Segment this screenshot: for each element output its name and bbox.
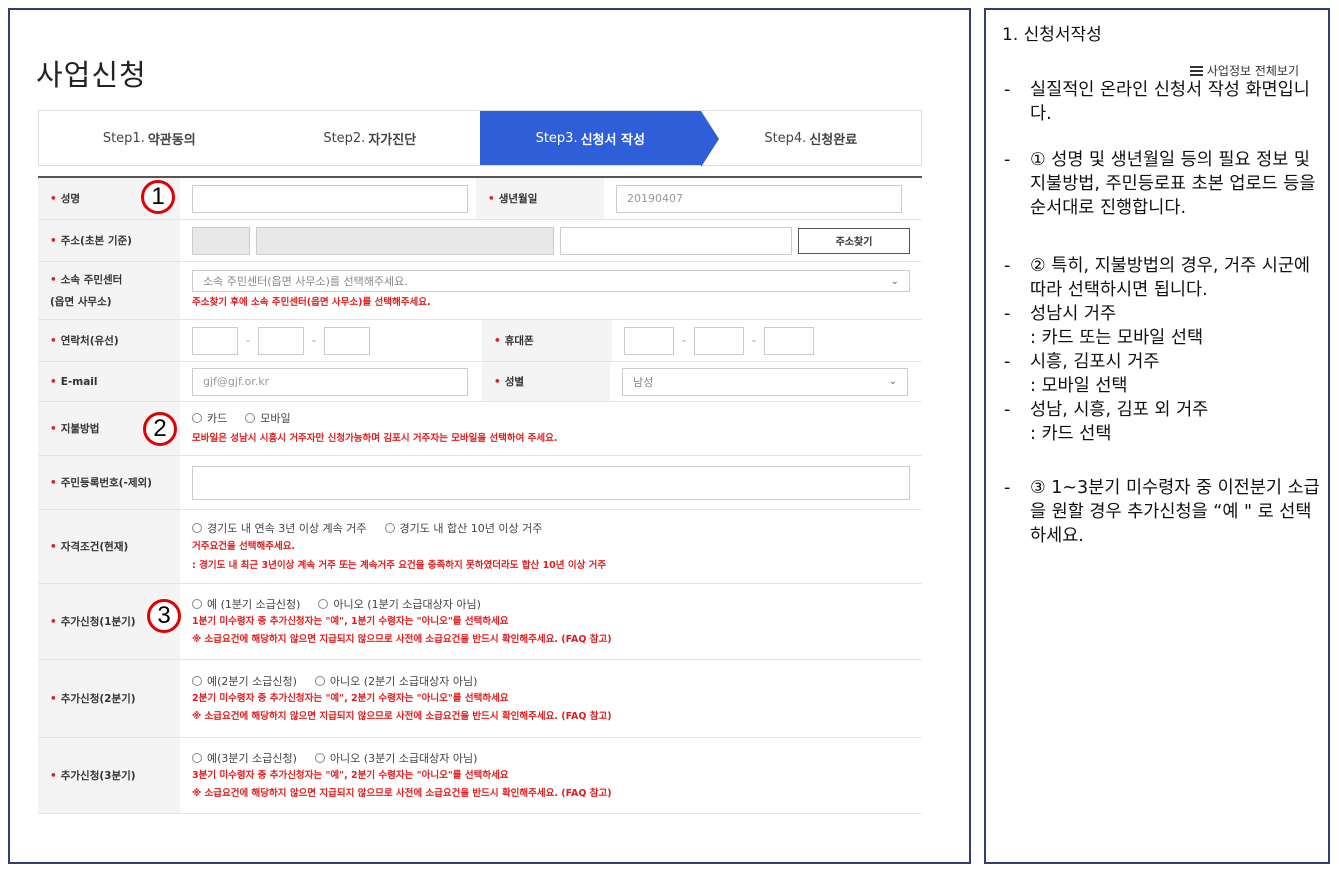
mobile-label: • 휴대폰 <box>482 320 612 361</box>
gender-label: • 성별 <box>482 362 610 401</box>
extra-q1-note-1: 1분기 미수령자 중 추가신청자는 "예", 1분기 수령자는 "아니오"를 선… <box>192 615 509 627</box>
guide-item: -② 특히, 지불방법의 경우, 거주 시군에 따라 선택하시면 됩니다. <box>1004 256 1311 300</box>
guide-item: -③ 1~3분기 미수령자 중 이전분기 소급을 원할 경우 추가신청을 “예 … <box>1004 478 1320 546</box>
chevron-down-icon: ⌄ <box>888 376 897 387</box>
extra-q3-note-2: ※ 소급요건에 해당하지 않으면 지급되지 않으므로 사전에 소급요건을 반드시… <box>192 787 612 799</box>
extra-q2-note-2: ※ 소급요건에 해당하지 않으면 지급되지 않으므로 사전에 소급요건을 반드시… <box>192 710 612 722</box>
address-search-button[interactable]: 주소찾기 <box>798 227 910 254</box>
guide-item: -① 성명 및 생년월일 등의 필요 정보 및 지불방법, 주민등로표 초본 업… <box>1004 150 1316 218</box>
extra-q3-yes-radio[interactable]: 예(3분기 소급신청) <box>192 750 297 766</box>
qual-note-1: 거주요건을 선택해주세요. <box>192 540 296 552</box>
qualification-row: • 자격조건(현재) 경기도 내 연속 3년 이상 계속 거주 경기도 내 합산 … <box>38 510 922 584</box>
email-label: • E-mail <box>38 362 180 401</box>
zipcode-input[interactable] <box>192 226 250 255</box>
phone-part-2[interactable] <box>258 326 304 355</box>
marker-2: 2 <box>143 412 177 446</box>
step-3-active: Step3. 신청서 작성 <box>480 111 718 167</box>
address-label: • 주소(초본 기준) <box>38 220 180 261</box>
mobile-part-1[interactable] <box>624 326 674 355</box>
extra-q2-row: • 추가신청(2분기) 예(2분기 소급신청) 아니오 (2분기 소급대상자 아님… <box>38 660 922 738</box>
guide-item: - 시흥, 김포시 거주 <box>1004 352 1160 372</box>
mobile-part-2[interactable] <box>694 326 744 355</box>
address-row: • 주소(초본 기준) 주소찾기 <box>38 220 922 262</box>
birth-input[interactable]: 20190407 <box>616 184 902 213</box>
page-title: 사업신청 <box>36 58 147 92</box>
step-2: Step2. 자가진단 <box>323 130 417 148</box>
extra-q2-label: • 추가신청(2분기) <box>38 660 180 737</box>
rrn-input[interactable] <box>192 465 910 500</box>
view-all-link[interactable]: 사업정보 전체보기 <box>1189 62 1299 79</box>
birth-label: • 생년월일 <box>476 178 604 219</box>
marker-1: 1 <box>141 180 175 214</box>
center-label: • 소속 주민센터 (읍면 사무소) <box>38 262 180 319</box>
extra-q3-no-radio[interactable]: 아니오 (3분기 소급대상자 아님) <box>314 750 477 766</box>
guide-item: : 카드 또는 모바일 선택 <box>1030 328 1204 348</box>
guide-item: - 실질적인 온라인 신청서 작성 화면입니다. <box>1004 80 1310 124</box>
phone-label: • 연락처(유선) <box>38 320 180 361</box>
rrn-label: • 주민등록번호(-제외) <box>38 456 180 509</box>
payment-card-radio[interactable]: 카드 <box>192 410 227 426</box>
application-form: • 성명 • 생년월일 20190407 • 주소(초본 기준) 주소찾기 • 소속 주… <box>38 176 922 814</box>
phone-part-3[interactable] <box>324 326 370 355</box>
guide-item: - 성남, 시흥, 김포 외 거주 <box>1004 400 1209 420</box>
extra-q1-note-2: ※ 소급요건에 해당하지 않으면 지급되지 않으므로 사전에 소급요건을 반드시… <box>192 633 612 645</box>
phone-part-1[interactable] <box>192 326 238 355</box>
guide-item: : 모바일 선택 <box>1030 376 1128 396</box>
center-note: 주소찾기 후에 소속 주민센터(읍면 사무소)를 선택해주세요. <box>192 297 431 308</box>
step-1: Step1. 약관동의 <box>102 130 196 148</box>
menu-icon <box>1189 65 1203 76</box>
payment-note: 모바일은 성남시 시흥시 거주자만 신청가능하며 김포시 거주자는 모바일을 선… <box>192 433 558 444</box>
extra-q2-yes-radio[interactable]: 예(2분기 소급신청) <box>192 673 297 689</box>
address-input[interactable] <box>256 226 554 255</box>
guide-list: - 실질적인 온라인 신청서 작성 화면입니다. -① 성명 및 생년월일 등의 … <box>1004 78 1324 548</box>
email-row: • E-mail gjf@gjf.or.kr • 성별 남성 ⌄ <box>38 362 922 402</box>
marker-3: 3 <box>147 599 181 633</box>
payment-mobile-radio[interactable]: 모바일 <box>245 410 291 426</box>
rrn-row: • 주민등록번호(-제외) <box>38 456 922 510</box>
center-select[interactable]: 소속 주민센터(읍면 사무소)를 선택해주세요. ⌄ <box>192 270 910 292</box>
gender-select[interactable]: 남성 ⌄ <box>622 367 908 396</box>
extra-q2-note-1: 2분기 미수령자 중 추가신청자는 "예", 2분기 수령자는 "아니오"를 선… <box>192 692 509 704</box>
qual-option-10yr-radio[interactable]: 경기도 내 합산 10년 이상 거주 <box>384 520 542 536</box>
chevron-down-icon: ⌄ <box>890 275 899 287</box>
extra-q2-no-radio[interactable]: 아니오 (2분기 소급대상자 아님) <box>314 673 477 689</box>
qual-note-2: : 경기도 내 최근 3년이상 계속 거주 또는 계속거주 요건을 충족하지 못… <box>192 559 607 571</box>
qual-option-3yr-radio[interactable]: 경기도 내 연속 3년 이상 계속 거주 <box>192 520 367 536</box>
address-detail-input[interactable] <box>560 226 792 255</box>
step-indicator: Step1. 약관동의 Step2. 자가진단 Step3. 신청서 작성 Step4… <box>38 110 922 167</box>
guide-item: - 성남시 거주 <box>1004 304 1117 324</box>
extra-q3-note-1: 3분기 미수령자 중 추가신청자는 "예", 2분기 수령자는 "아니오"를 선… <box>192 769 509 781</box>
phone-row: • 연락처(유선) - - • 휴대폰 - - <box>38 320 922 362</box>
step-4: Step4. 신청완료 <box>764 130 858 148</box>
extra-q1-yes-radio[interactable]: 예 (1분기 소급신청) <box>192 596 300 612</box>
email-input[interactable]: gjf@gjf.or.kr <box>192 367 468 396</box>
guide-item: : 카드 선택 <box>1030 424 1112 444</box>
extra-q3-row: • 추가신청(3분기) 예(3분기 소급신청) 아니오 (3분기 소급대상자 아님… <box>38 738 922 814</box>
extra-q1-no-radio[interactable]: 아니오 (1분기 소급대상자 아님) <box>318 596 481 612</box>
center-row: • 소속 주민센터 (읍면 사무소) 소속 주민센터(읍면 사무소)를 선택해주세… <box>38 262 922 320</box>
extra-q3-label: • 추가신청(3분기) <box>38 738 180 813</box>
guide-title: 1. 신청서작성 <box>1002 25 1102 45</box>
qualification-label: • 자격조건(현재) <box>38 510 180 583</box>
name-input[interactable] <box>192 184 468 213</box>
mobile-part-3[interactable] <box>764 326 814 355</box>
view-all-label: 사업정보 전체보기 <box>1206 64 1299 78</box>
